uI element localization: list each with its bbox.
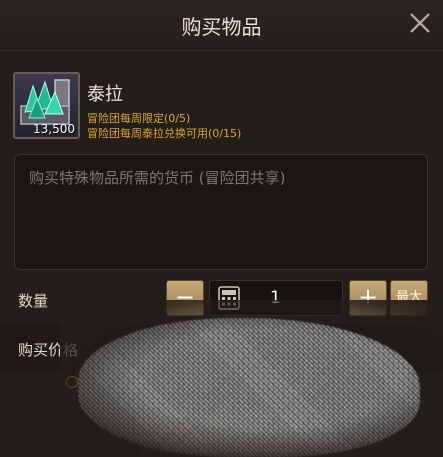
weekly-exchange-text: 冒险团每周泰拉兑换可用(0/15) — [87, 127, 242, 140]
currency-info-box: 购买特殊物品所需的货币 (冒险团共享) — [14, 154, 428, 270]
noise-fade-overlay — [60, 300, 443, 457]
quantity-label: 数量 — [18, 292, 49, 310]
tera-crystal-icon[interactable]: 13,500 — [13, 72, 80, 139]
weekly-limit-text: 冒险团每周限定(0/5) — [87, 112, 191, 125]
item-name: 泰拉 — [87, 84, 123, 105]
close-icon[interactable] — [407, 10, 433, 36]
dialog-title: 购买物品 — [181, 15, 262, 39]
dialog-header: 购买物品 — [0, 0, 443, 51]
currency-info-text: 购买特殊物品所需的货币 (冒险团共享) — [29, 169, 286, 187]
item-quantity-badge: 13,500 — [33, 122, 75, 136]
